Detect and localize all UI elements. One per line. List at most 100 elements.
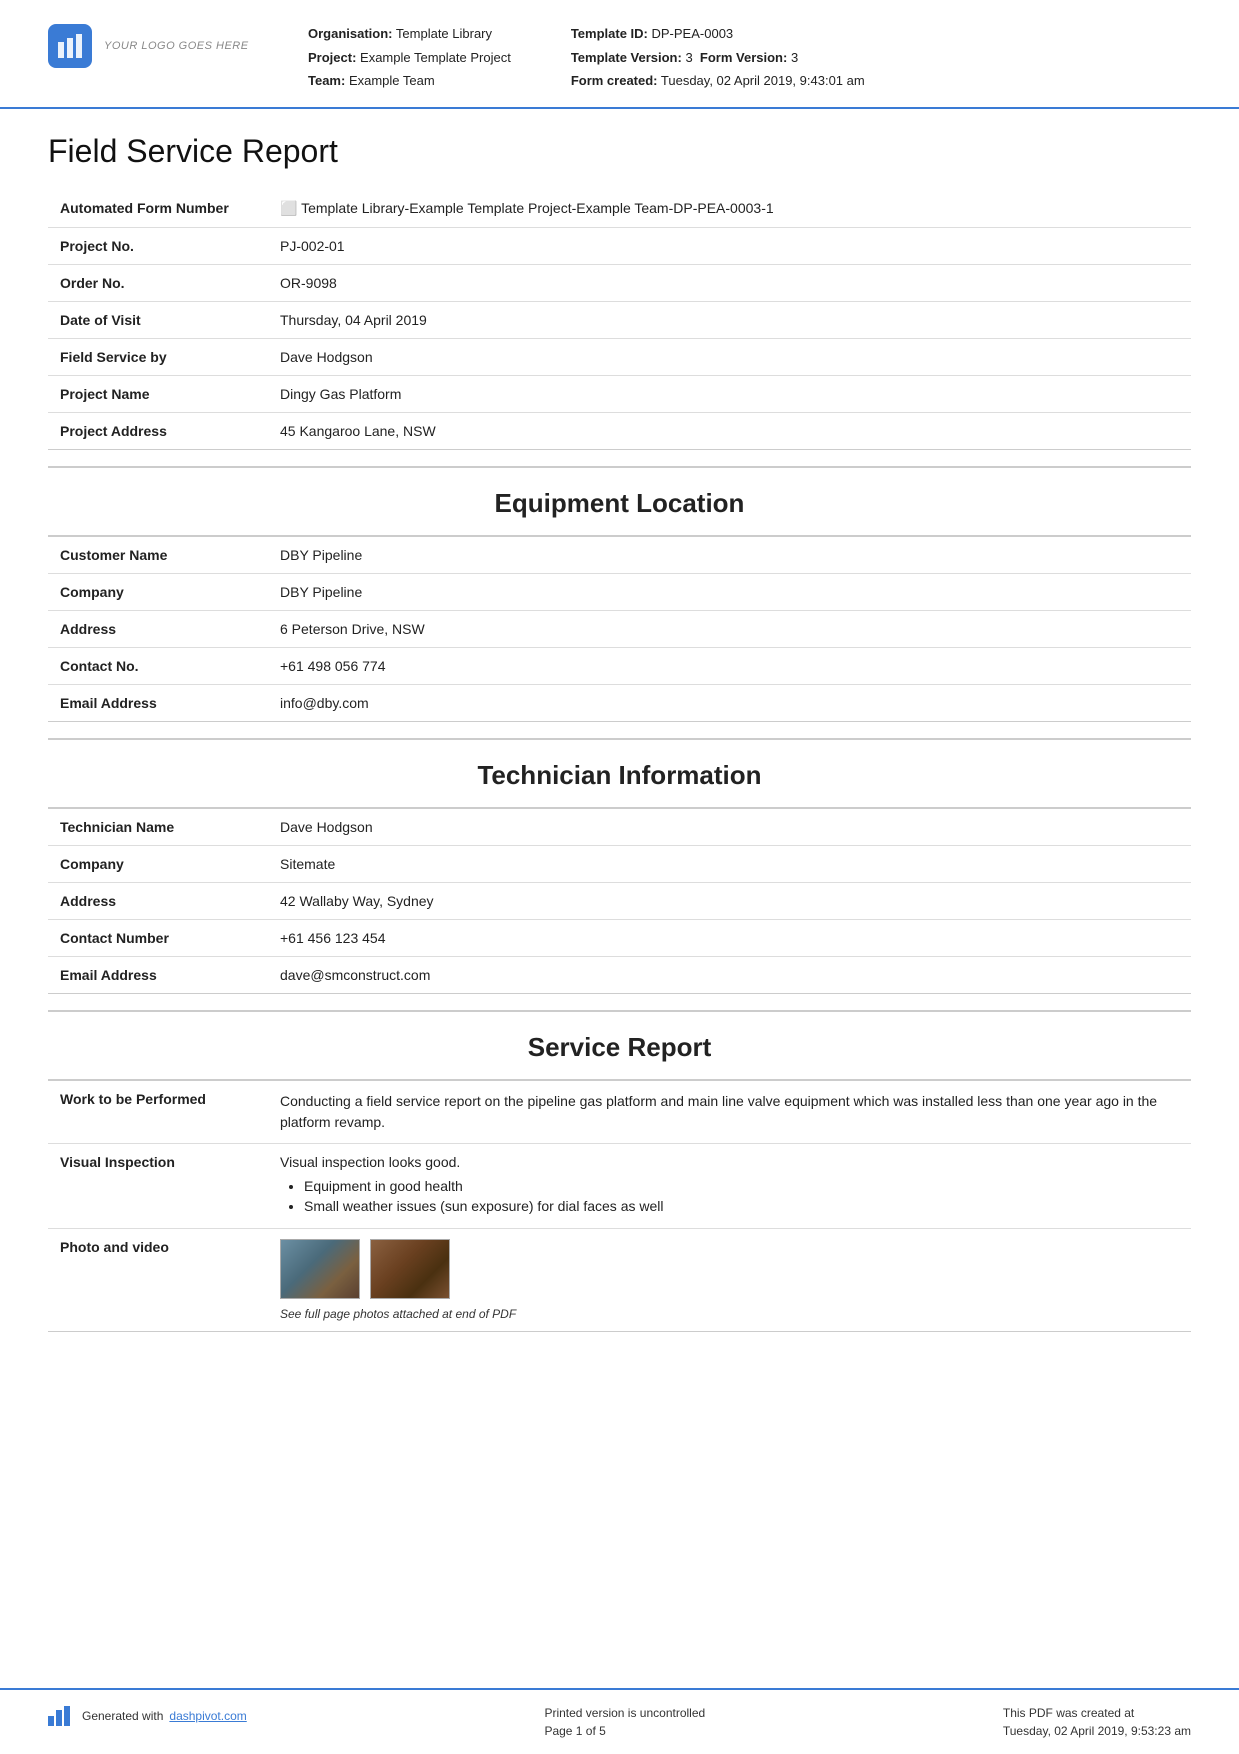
table-row: Order No. OR-9098 <box>48 264 1191 301</box>
field-value: +61 498 056 774 <box>268 647 1191 684</box>
field-value: 6 Peterson Drive, NSW <box>268 610 1191 647</box>
photo-thumbnail-2 <box>370 1239 450 1299</box>
photo-thumbnails <box>280 1239 1179 1299</box>
logo-text: YOUR LOGO GOES HERE <box>104 40 249 52</box>
section-heading-service: Service Report <box>48 1010 1191 1081</box>
field-value: PJ-002-01 <box>268 227 1191 264</box>
table-row: Address 6 Peterson Drive, NSW <box>48 610 1191 647</box>
main-form-table: Automated Form Number ⬜ Template Library… <box>48 190 1191 450</box>
field-label: Company <box>48 845 268 882</box>
header-meta: Organisation: Template Library Project: … <box>308 24 1191 91</box>
dashpivot-link[interactable]: dashpivot.com <box>169 1709 246 1723</box>
header: YOUR LOGO GOES HERE Organisation: Templa… <box>0 0 1239 109</box>
footer: Generated with dashpivot.com Printed ver… <box>0 1688 1239 1754</box>
field-label: Project No. <box>48 227 268 264</box>
field-label: Work to be Performed <box>48 1081 268 1144</box>
table-row: Company Sitemate <box>48 845 1191 882</box>
table-row: Work to be Performed Conducting a field … <box>48 1081 1191 1144</box>
field-value: Visual inspection looks good. Equipment … <box>268 1143 1191 1228</box>
generated-text: Generated with <box>82 1709 163 1723</box>
field-label: Visual Inspection <box>48 1143 268 1228</box>
field-label: Project Address <box>48 412 268 449</box>
org-row: Organisation: Template Library <box>308 24 511 44</box>
photo-caption: See full page photos attached at end of … <box>280 1307 1179 1321</box>
header-col-left: Organisation: Template Library Project: … <box>308 24 511 91</box>
main-content: Field Service Report Automated Form Numb… <box>0 109 1239 1689</box>
bar2-icon <box>56 1710 62 1726</box>
field-value: ⬜ Template Library-Example Template Proj… <box>268 190 1191 228</box>
list-item: Small weather issues (sun exposure) for … <box>304 1198 1179 1214</box>
table-row: Company DBY Pipeline <box>48 573 1191 610</box>
field-value: Dave Hodgson <box>268 338 1191 375</box>
footer-logo: Generated with dashpivot.com <box>48 1706 247 1726</box>
logo-area: YOUR LOGO GOES HERE <box>48 24 268 68</box>
page-title: Field Service Report <box>48 133 1191 170</box>
footer-col-right: This PDF was created at Tuesday, 02 Apri… <box>1003 1706 1191 1738</box>
field-label: Automated Form Number <box>48 190 268 228</box>
field-label: Email Address <box>48 956 268 993</box>
field-label: Technician Name <box>48 809 268 846</box>
table-row: Project No. PJ-002-01 <box>48 227 1191 264</box>
field-value: info@dby.com <box>268 684 1191 721</box>
field-value: Dingy Gas Platform <box>268 375 1191 412</box>
field-value: See full page photos attached at end of … <box>268 1228 1191 1331</box>
field-value: 45 Kangaroo Lane, NSW <box>268 412 1191 449</box>
field-value: DBY Pipeline <box>268 537 1191 574</box>
bullet-list: Equipment in good health Small weather is… <box>304 1178 1179 1214</box>
table-row: Email Address dave@smconstruct.com <box>48 956 1191 993</box>
field-label: Photo and video <box>48 1228 268 1331</box>
list-item: Equipment in good health <box>304 1178 1179 1194</box>
project-row: Project: Example Template Project <box>308 48 511 68</box>
table-row: Date of Visit Thursday, 04 April 2019 <box>48 301 1191 338</box>
table-row: Customer Name DBY Pipeline <box>48 537 1191 574</box>
field-label: Project Name <box>48 375 268 412</box>
field-value: Conducting a field service report on the… <box>268 1081 1191 1144</box>
field-label: Order No. <box>48 264 268 301</box>
pdf-created-value: Tuesday, 02 April 2019, 9:53:23 am <box>1003 1724 1191 1738</box>
pdf-created-label: This PDF was created at <box>1003 1706 1191 1720</box>
bar1-icon <box>48 1716 54 1726</box>
team-row: Team: Example Team <box>308 71 511 91</box>
field-label: Date of Visit <box>48 301 268 338</box>
equipment-table: Customer Name DBY Pipeline Company DBY P… <box>48 537 1191 722</box>
table-row: Project Address 45 Kangaroo Lane, NSW <box>48 412 1191 449</box>
template-id-row: Template ID: DP-PEA-0003 <box>571 24 865 44</box>
page: YOUR LOGO GOES HERE Organisation: Templa… <box>0 0 1239 1754</box>
section-heading-technician: Technician Information <box>48 738 1191 809</box>
field-value: DBY Pipeline <box>268 573 1191 610</box>
field-value: 42 Wallaby Way, Sydney <box>268 882 1191 919</box>
field-value: Thursday, 04 April 2019 <box>268 301 1191 338</box>
footer-col-left: Generated with dashpivot.com <box>48 1706 247 1726</box>
field-label: Company <box>48 573 268 610</box>
field-label: Contact Number <box>48 919 268 956</box>
technician-table: Technician Name Dave Hodgson Company Sit… <box>48 809 1191 994</box>
field-value: Dave Hodgson <box>268 809 1191 846</box>
version-row: Template Version: 3 Form Version: 3 <box>571 48 865 68</box>
field-label: Email Address <box>48 684 268 721</box>
table-row: Project Name Dingy Gas Platform <box>48 375 1191 412</box>
table-row: Email Address info@dby.com <box>48 684 1191 721</box>
field-label: Address <box>48 610 268 647</box>
table-row: Contact No. +61 498 056 774 <box>48 647 1191 684</box>
service-table: Work to be Performed Conducting a field … <box>48 1081 1191 1332</box>
footer-col-center: Printed version is uncontrolled Page 1 o… <box>544 1706 705 1738</box>
uncontrolled-text: Printed version is uncontrolled <box>544 1706 705 1720</box>
field-label: Contact No. <box>48 647 268 684</box>
table-row: Technician Name Dave Hodgson <box>48 809 1191 846</box>
field-label: Address <box>48 882 268 919</box>
logo-icon <box>48 24 92 68</box>
section-heading-equipment: Equipment Location <box>48 466 1191 537</box>
field-label: Customer Name <box>48 537 268 574</box>
footer-logo-icon <box>48 1706 76 1726</box>
photo-thumbnail-1 <box>280 1239 360 1299</box>
form-created-row: Form created: Tuesday, 02 April 2019, 9:… <box>571 71 865 91</box>
table-row: Photo and video See full page photos att… <box>48 1228 1191 1331</box>
photo-area: See full page photos attached at end of … <box>280 1239 1179 1321</box>
field-value: Sitemate <box>268 845 1191 882</box>
table-row: Contact Number +61 456 123 454 <box>48 919 1191 956</box>
table-row: Field Service by Dave Hodgson <box>48 338 1191 375</box>
header-col-right: Template ID: DP-PEA-0003 Template Versio… <box>571 24 865 91</box>
field-value: OR-9098 <box>268 264 1191 301</box>
field-value: +61 456 123 454 <box>268 919 1191 956</box>
table-row: Visual Inspection Visual inspection look… <box>48 1143 1191 1228</box>
